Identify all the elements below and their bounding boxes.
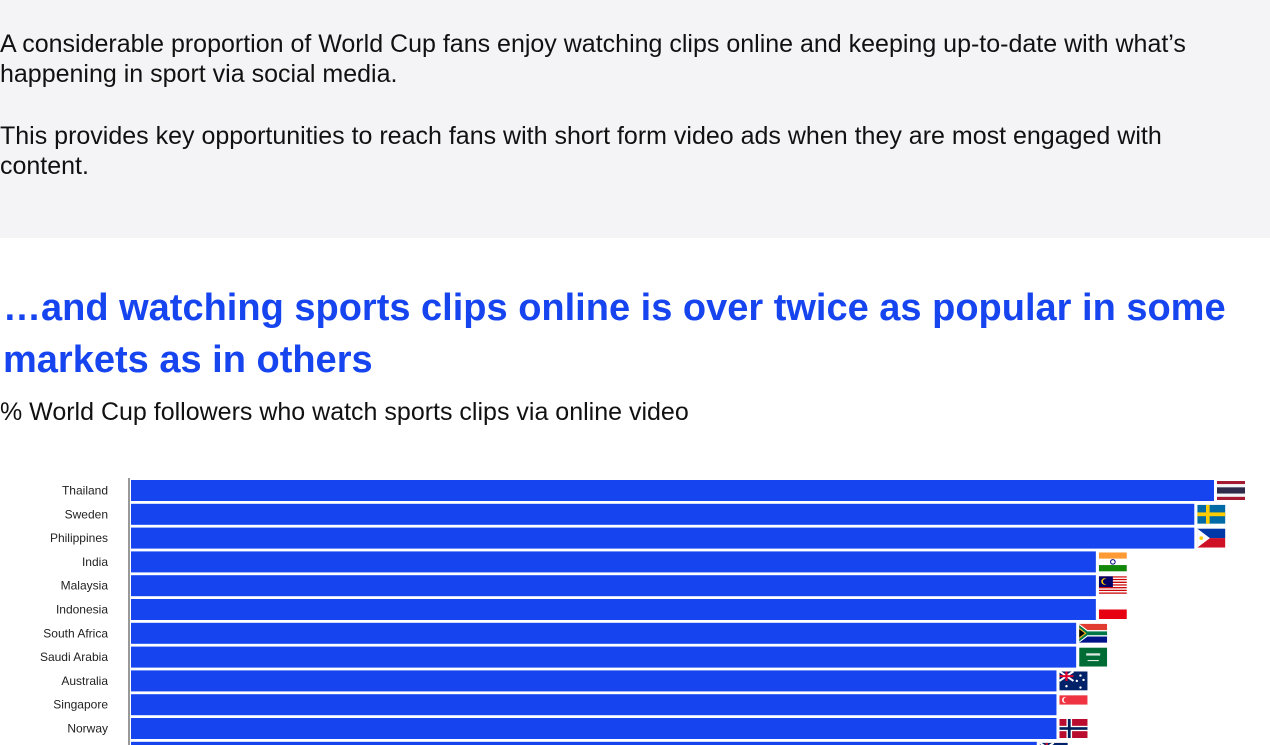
flag-philippines-icon	[1197, 528, 1226, 548]
bar-saudi-arabia	[131, 646, 1077, 668]
category-label-saudi-arabia: Saudi Arabia	[40, 650, 108, 664]
category-label-norway: Norway	[67, 722, 108, 736]
flag-australia-icon	[1059, 671, 1088, 691]
flag-india-icon	[1098, 552, 1127, 572]
bar-norway	[131, 718, 1057, 739]
category-label-philippines: Philippines	[50, 531, 108, 545]
bar-philippines	[131, 527, 1195, 549]
intro-paragraph-2: This provides key opportunities to reach…	[0, 122, 1162, 180]
bar-thailand	[131, 480, 1214, 501]
bar-singapore	[131, 694, 1057, 716]
category-label-singapore: Singapore	[53, 698, 108, 712]
category-label-indonesia: Indonesia	[56, 603, 108, 617]
intro-panel: A considerable proportion of World Cup f…	[0, 0, 1270, 238]
flag-singapore-icon	[1059, 695, 1088, 715]
flag-saudi-arabia-icon	[1079, 647, 1108, 667]
category-label-australia: Australia	[61, 674, 108, 688]
category-label-india: India	[82, 555, 108, 569]
bar-chart: Thailand Sweden Philippines India Malaysia In…	[40, 478, 1245, 745]
category-label-malaysia: Malaysia	[61, 579, 109, 593]
category-label-thailand: Thailand	[62, 484, 108, 498]
category-label-south-africa: South Africa	[43, 626, 108, 640]
intro-paragraph-1: A considerable proportion of World Cup f…	[0, 30, 1186, 88]
bar-south-africa	[131, 622, 1077, 644]
bar-india	[131, 551, 1096, 573]
category-label-sweden: Sweden	[65, 507, 108, 521]
flag-south-africa-icon	[1079, 623, 1108, 643]
bar-malaysia	[131, 575, 1096, 597]
flag-sweden-icon	[1197, 504, 1226, 524]
flag-norway-icon	[1059, 719, 1088, 738]
chart-headline: …and watching sports clips online is ove…	[3, 287, 1226, 381]
flag-thailand-icon	[1217, 481, 1245, 500]
bar-sweden	[131, 503, 1195, 525]
bar-australia	[131, 670, 1057, 692]
flag-malaysia-icon	[1098, 576, 1127, 596]
flag-indonesia-icon	[1098, 600, 1127, 619]
bar-indonesia	[131, 599, 1096, 620]
chart-subtitle: % World Cup followers who watch sports c…	[0, 398, 689, 426]
